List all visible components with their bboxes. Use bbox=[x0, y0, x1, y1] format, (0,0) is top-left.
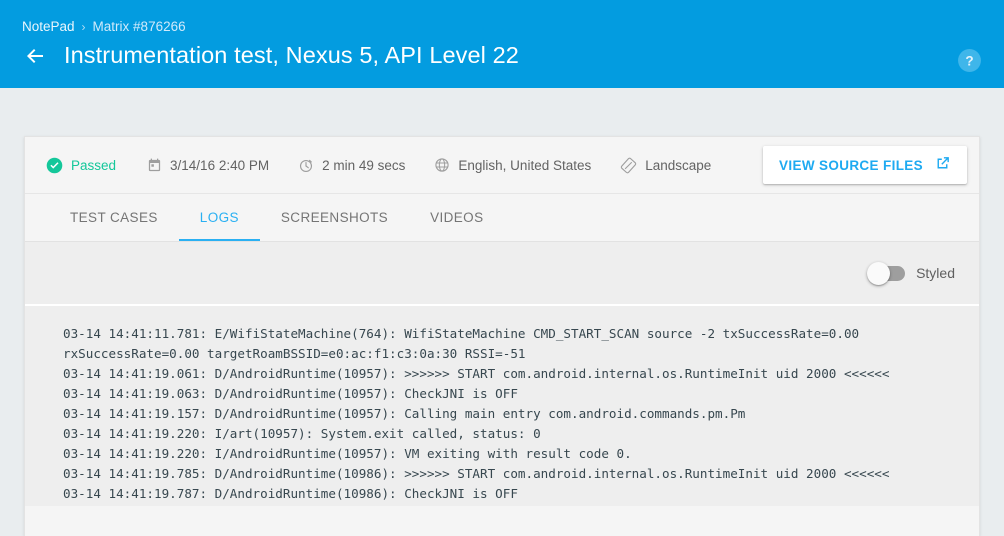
log-line: 03-14 14:41:19.157: D/AndroidRuntime(109… bbox=[63, 404, 979, 424]
orientation-info: Landscape bbox=[620, 157, 711, 174]
styled-toggle-knob bbox=[867, 262, 890, 285]
tab-bar: TEST CASES LOGS SCREENSHOTS VIDEOS bbox=[25, 194, 979, 242]
help-circle-icon[interactable]: ? bbox=[957, 48, 982, 73]
log-options-bar: Styled bbox=[25, 242, 979, 306]
view-source-files-label: VIEW SOURCE FILES bbox=[779, 158, 923, 173]
log-line: 03-14 14:41:19.220: I/AndroidRuntime(109… bbox=[63, 444, 979, 464]
timer-icon bbox=[298, 157, 314, 173]
view-source-files-button[interactable]: VIEW SOURCE FILES bbox=[763, 146, 967, 184]
tab-logs-label: LOGS bbox=[200, 210, 239, 225]
log-line: 03-14 14:41:19.787: D/AndroidRuntime(109… bbox=[63, 484, 979, 504]
screen-rotation-icon bbox=[620, 157, 637, 174]
log-line: 03-14 14:41:19.785: D/AndroidRuntime(109… bbox=[63, 464, 979, 484]
styled-toggle-switch[interactable] bbox=[869, 266, 905, 281]
globe-icon bbox=[434, 157, 450, 173]
tab-logs[interactable]: LOGS bbox=[179, 194, 260, 241]
log-line: 03-14 14:41:19.061: D/AndroidRuntime(109… bbox=[63, 364, 979, 384]
status-label: Passed bbox=[71, 158, 116, 173]
duration-label: 2 min 49 secs bbox=[322, 158, 405, 173]
breadcrumb: NotePad › Matrix #876266 bbox=[22, 19, 186, 34]
date-info: 3/14/16 2:40 PM bbox=[147, 158, 269, 173]
styled-toggle[interactable]: Styled bbox=[869, 265, 955, 281]
test-result-card: Passed 3/14/16 2:40 PM 2 min 49 secs bbox=[24, 136, 980, 536]
page-title: Instrumentation test, Nexus 5, API Level… bbox=[64, 42, 519, 69]
orientation-label: Landscape bbox=[645, 158, 711, 173]
arrow-left-icon[interactable] bbox=[22, 43, 48, 69]
svg-text:?: ? bbox=[965, 54, 973, 69]
log-output[interactable]: 03-14 14:41:11.781: E/WifiStateMachine(7… bbox=[25, 306, 979, 506]
status-badge: Passed bbox=[46, 157, 116, 174]
tab-screenshots-label: SCREENSHOTS bbox=[281, 210, 388, 225]
log-line: rxSuccessRate=0.00 targetRoamBSSID=e0:ac… bbox=[63, 344, 979, 364]
tab-videos-label: VIDEOS bbox=[430, 210, 483, 225]
breadcrumb-separator: › bbox=[82, 20, 86, 34]
log-line: 03-14 14:41:11.781: E/WifiStateMachine(7… bbox=[63, 324, 979, 344]
breadcrumb-current[interactable]: Matrix #876266 bbox=[93, 19, 186, 34]
tab-test-cases-label: TEST CASES bbox=[70, 210, 158, 225]
tab-screenshots[interactable]: SCREENSHOTS bbox=[260, 194, 409, 241]
log-line: 03-14 14:41:19.063: D/AndroidRuntime(109… bbox=[63, 384, 979, 404]
breadcrumb-root-link[interactable]: NotePad bbox=[22, 19, 75, 34]
styled-toggle-label: Styled bbox=[916, 265, 955, 281]
locale-info: English, United States bbox=[434, 157, 591, 173]
open-in-new-icon bbox=[934, 155, 951, 175]
locale-label: English, United States bbox=[458, 158, 591, 173]
tab-test-cases[interactable]: TEST CASES bbox=[49, 194, 179, 241]
tab-videos[interactable]: VIDEOS bbox=[409, 194, 504, 241]
title-row: Instrumentation test, Nexus 5, API Level… bbox=[22, 42, 519, 69]
app-bar: NotePad › Matrix #876266 Instrumentation… bbox=[0, 0, 1004, 88]
log-line: 03-14 14:41:19.220: I/art(10957): System… bbox=[63, 424, 979, 444]
check-circle-icon bbox=[46, 157, 63, 174]
date-label: 3/14/16 2:40 PM bbox=[170, 158, 269, 173]
calendar-icon bbox=[147, 158, 162, 173]
summary-bar: Passed 3/14/16 2:40 PM 2 min 49 secs bbox=[25, 137, 979, 194]
duration-info: 2 min 49 secs bbox=[298, 157, 405, 173]
